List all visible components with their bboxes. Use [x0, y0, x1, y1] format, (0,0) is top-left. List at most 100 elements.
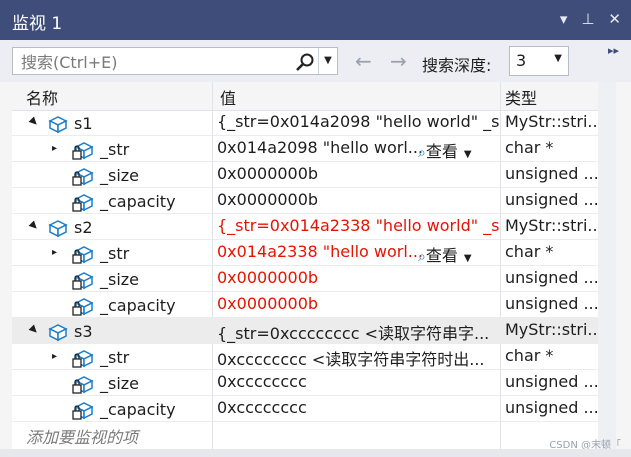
variable-value[interactable]: 0x0000000b — [217, 294, 499, 313]
collapse-icon[interactable]: ▲ — [24, 219, 40, 236]
collapse-icon[interactable]: ▲ — [24, 323, 40, 340]
variable-name: _capacity — [100, 400, 176, 419]
toolbar-overflow-icon[interactable]: ▸▸ — [608, 44, 619, 57]
watch-row[interactable]: _size 0xcccccccc unsigned ... — [12, 370, 598, 396]
variable-name: s3 — [74, 322, 93, 341]
variable-type: MyStr::stri... — [505, 320, 597, 339]
private-field-icon — [72, 298, 94, 316]
row-name-cell[interactable]: _size — [12, 372, 212, 396]
column-header-name[interactable]: 名称 — [26, 85, 58, 109]
row-name-cell[interactable]: ▲ s2 — [12, 216, 212, 240]
private-field-icon — [72, 142, 94, 160]
watch-row[interactable]: _capacity 0xcccccccc unsigned ... — [12, 396, 598, 422]
titlebar-controls: ▾ ⊥ ✕ — [560, 10, 621, 28]
row-name-cell[interactable]: ▸ _str — [12, 242, 212, 266]
variable-type: unsigned ... — [505, 164, 597, 183]
search-depth-value: 3 — [516, 51, 527, 70]
variable-value[interactable]: {_str=0x014a2098 "hello world" _s... — [217, 112, 499, 131]
search-depth-label: 搜索深度: — [422, 56, 492, 75]
collapse-icon[interactable]: ▲ — [24, 115, 40, 132]
object-icon — [48, 220, 68, 238]
variable-value[interactable]: 0xcccccccc — [217, 372, 499, 391]
private-field-icon — [72, 194, 94, 212]
private-field-icon — [72, 246, 94, 264]
variable-name: _str — [100, 244, 130, 263]
object-icon — [48, 324, 68, 342]
variable-name: _size — [100, 166, 140, 185]
watch-row[interactable]: ▸ _str 0xcccccccc <读取字符串字符时出... char * — [12, 344, 598, 370]
text-visualizer-button[interactable]: ⌕查看 ▼ — [418, 138, 472, 162]
watch-row[interactable]: ▸ _str 0x014a2338 "hello worl... ⌕查看 ▼ char * — [12, 240, 598, 266]
row-name-cell[interactable]: ▸ _str — [12, 346, 212, 370]
watch-row[interactable]: _size 0x0000000b unsigned ... — [12, 266, 598, 292]
private-field-icon — [72, 376, 94, 394]
chevron-down-icon: ▼ — [463, 253, 472, 264]
watch-row[interactable]: ▲ s2 {_str=0x014a2338 "hello world" _s... M… — [12, 214, 598, 240]
column-header-value[interactable]: 值 — [220, 85, 236, 109]
window-title: 监视 1 — [12, 14, 63, 34]
private-field-icon — [72, 402, 94, 420]
variable-name: s2 — [74, 218, 93, 237]
search-icon[interactable] — [295, 52, 315, 72]
search-options-dropdown[interactable]: ▼ — [318, 48, 337, 74]
variable-name: _size — [100, 270, 140, 289]
object-icon — [48, 116, 68, 134]
row-name-cell[interactable]: ▸ _str — [12, 138, 212, 162]
watch-row[interactable]: ▲ s1 {_str=0x014a2098 "hello world" _s... M… — [12, 110, 598, 136]
watch-row[interactable]: _size 0x0000000b unsigned ... — [12, 162, 598, 188]
expand-icon[interactable]: ▸ — [52, 247, 64, 259]
variable-value[interactable]: 0x0000000b — [217, 268, 499, 287]
variable-value[interactable]: {_str=0x014a2338 "hello world" _s... — [217, 216, 499, 235]
variable-type: char * — [505, 242, 554, 261]
variable-name: _capacity — [100, 296, 176, 315]
variable-name: _size — [100, 374, 140, 393]
variable-name: s1 — [74, 114, 93, 133]
private-field-icon — [72, 272, 94, 290]
search-input[interactable] — [19, 51, 293, 73]
row-name-cell[interactable]: ▲ s1 — [12, 112, 212, 136]
chevron-down-icon: ▼ — [463, 149, 472, 160]
magnifier-icon: ⌕ — [418, 145, 426, 161]
row-name-cell[interactable]: _size — [12, 268, 212, 292]
row-name-cell[interactable]: _capacity — [12, 190, 212, 214]
forward-arrow-icon[interactable]: → — [390, 51, 414, 71]
watch-row[interactable]: _capacity 0x0000000b unsigned ... — [12, 292, 598, 318]
add-watch-row[interactable]: 添加要监视的项 — [12, 420, 598, 448]
variable-value[interactable]: 0x0000000b — [217, 190, 499, 209]
search-depth-select[interactable]: 3 ▼ — [509, 46, 569, 76]
watch-row[interactable]: ▲ s3 {_str=0xcccccccc <读取字符串字... MyStr::str… — [12, 318, 598, 344]
variable-type: char * — [505, 346, 554, 365]
watch-row[interactable]: ▸ _str 0x014a2098 "hello worl... ⌕查看 ▼ char * — [12, 136, 598, 162]
watch-row[interactable]: _capacity 0x0000000b unsigned ... — [12, 188, 598, 214]
chevron-down-icon: ▼ — [554, 53, 562, 64]
row-name-cell[interactable]: _capacity — [12, 398, 212, 422]
variable-name: _str — [100, 140, 130, 159]
variable-name: _capacity — [100, 192, 176, 211]
variable-type: unsigned ... — [505, 372, 597, 391]
grid-header: 名称 值 类型 — [12, 82, 598, 111]
private-field-icon — [72, 350, 94, 368]
close-icon[interactable]: ✕ — [608, 10, 621, 28]
expand-icon[interactable]: ▸ — [52, 143, 64, 155]
variable-value[interactable]: 0xcccccccc — [217, 398, 499, 417]
pin-dropdown-icon[interactable]: ▾ — [560, 10, 568, 28]
variable-type: MyStr::stri... — [505, 216, 597, 235]
text-visualizer-button[interactable]: ⌕查看 ▼ — [418, 242, 472, 266]
pin-icon[interactable]: ⊥ — [581, 10, 594, 28]
bottom-edge — [0, 449, 631, 457]
row-name-cell[interactable]: ▲ s3 — [12, 320, 212, 344]
column-header-type[interactable]: 类型 — [505, 85, 537, 109]
row-name-cell[interactable]: _size — [12, 164, 212, 188]
window-titlebar: 监视 1 ▾ ⊥ ✕ — [0, 0, 631, 40]
variable-type: unsigned ... — [505, 294, 597, 313]
variable-value[interactable]: 0xcccccccc <读取字符串字符时出... — [217, 346, 499, 370]
back-arrow-icon[interactable]: ← — [355, 51, 379, 71]
expand-icon[interactable]: ▸ — [52, 351, 64, 363]
search-box[interactable]: ▼ — [12, 47, 338, 75]
variable-value[interactable]: 0x0000000b — [217, 164, 499, 183]
visualizer-label: 查看 — [425, 246, 458, 265]
vertical-scrollbar[interactable] — [598, 82, 616, 449]
variable-name: _str — [100, 348, 130, 367]
variable-value[interactable]: {_str=0xcccccccc <读取字符串字... — [217, 320, 499, 344]
row-name-cell[interactable]: _capacity — [12, 294, 212, 318]
